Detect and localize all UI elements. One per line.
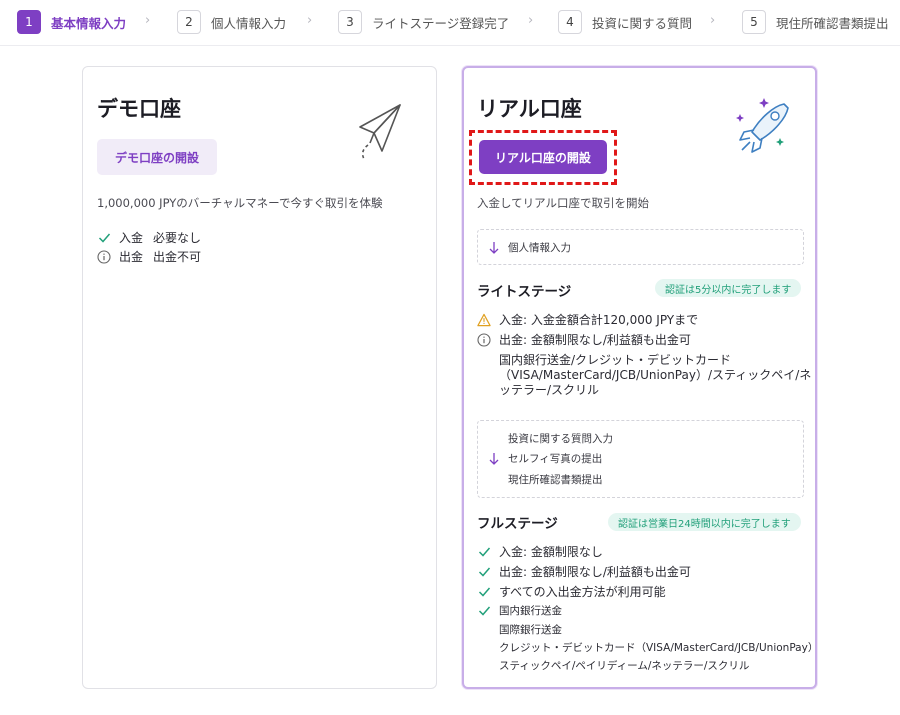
full-method-item: スティックペイ/ペイリディーム/ネッテラー/スクリル [499, 660, 750, 672]
step-1[interactable]: 1 基本情報入力 [17, 9, 126, 35]
check-icon [97, 231, 111, 245]
full-step-label: 現住所確認書類提出 [508, 474, 603, 486]
full-method-item: クレジット・デビットカード（VISA/MasterCard/JCB/UnionP… [499, 642, 819, 654]
info-icon [477, 332, 491, 347]
full-stage-title: フルステージ [477, 516, 558, 532]
light-methods-line-3: ッテラー/スクリル [499, 383, 600, 397]
chevron-right-icon: › [710, 13, 716, 28]
demo-card-title: デモ口座 [97, 97, 181, 121]
full-methods-row: 国内銀行送金 [477, 603, 562, 618]
demo-withdraw-row: 出金 出金不可 [97, 248, 201, 265]
open-demo-account-button[interactable]: デモ口座の開設 [97, 139, 217, 175]
check-icon [477, 545, 491, 559]
real-account-card: リアル口座 リアル口座の開設 入金してリアル口座で取引を開始 個人情報入力 ライ… [462, 66, 819, 689]
full-all-methods-row: すべての入出金方法が利用可能 [477, 583, 666, 600]
check-icon [477, 565, 491, 579]
step-2[interactable]: 2 個人情報入力 [177, 9, 286, 35]
step-label: ライトステージ登録完了 [372, 15, 510, 31]
light-stage-badge: 認証は5分以内に完了します [655, 279, 802, 297]
light-deposit-text: 入金: 入金金額合計120,000 JPYまで [499, 313, 699, 327]
step-3[interactable]: 3 ライトステージ登録完了 [338, 9, 509, 35]
rocket-icon [736, 98, 789, 153]
highlight-box: リアル口座の開設 [469, 130, 617, 185]
warning-icon [477, 313, 491, 327]
full-withdraw-row: 出金: 金額制限なし/利益額も出金可 [477, 563, 691, 580]
demo-deposit-value: 必要なし [153, 231, 202, 245]
step-number: 2 [177, 10, 201, 34]
full-deposit-text: 入金: 金額制限なし [499, 545, 603, 559]
demo-subtitle: 1,000,000 JPYのバーチャルマネーで今すぐ取引を体験 [97, 196, 383, 210]
full-method-item: 国内銀行送金 [499, 605, 562, 617]
demo-withdraw-value: 出金不可 [153, 250, 202, 264]
real-card-title: リアル口座 [477, 97, 582, 121]
chevron-right-icon: › [307, 13, 313, 28]
full-step-label: セルフィ写真の提出 [508, 453, 603, 465]
step-4[interactable]: 4 投資に関する質問 [558, 9, 692, 35]
light-withdraw-row: 出金: 金額制限なし/利益額も出金可 [477, 331, 691, 348]
step-5[interactable]: 5 現住所確認書類提出 [742, 9, 889, 35]
paper-plane-icon [359, 104, 401, 160]
full-all-methods-text: すべての入出金方法が利用可能 [499, 585, 666, 599]
full-withdraw-text: 出金: 金額制限なし/利益額も出金可 [499, 565, 691, 579]
step-label: 現住所確認書類提出 [776, 15, 889, 31]
step-label: 基本情報入力 [51, 15, 127, 31]
step-label: 投資に関する質問 [592, 15, 693, 31]
check-icon [477, 585, 491, 599]
step-number: 3 [338, 10, 362, 34]
full-deposit-row: 入金: 金額制限なし [477, 543, 603, 560]
step-number: 4 [558, 10, 582, 34]
step-number: 5 [742, 10, 766, 34]
demo-deposit-label: 入金 [119, 231, 144, 245]
light-deposit-row: 入金: 入金金額合計120,000 JPYまで [477, 311, 698, 328]
step-number: 1 [17, 10, 41, 34]
full-stage-steps-box: 投資に関する質問入力 セルフィ写真の提出 現住所確認書類提出 [477, 420, 804, 498]
full-method-item: 国際銀行送金 [499, 624, 562, 636]
step-label: 個人情報入力 [211, 15, 287, 31]
open-real-account-button[interactable]: リアル口座の開設 [479, 140, 607, 174]
light-withdraw-text: 出金: 金額制限なし/利益額も出金可 [499, 333, 691, 347]
full-stage-badge: 認証は営業日24時間以内に完了します [608, 513, 801, 531]
personal-info-step-box: 個人情報入力 [477, 229, 804, 265]
demo-account-card: デモ口座 デモ口座の開設 1,000,000 JPYのバーチャルマネーで今すぐ取… [82, 66, 437, 689]
personal-info-step-label: 個人情報入力 [508, 242, 571, 254]
real-subtitle: 入金してリアル口座で取引を開始 [477, 196, 650, 210]
demo-withdraw-label: 出金 [119, 250, 144, 264]
chevron-right-icon: › [145, 13, 151, 28]
info-icon [97, 249, 111, 264]
arrow-down-icon [489, 242, 499, 254]
progress-stepper: 1 基本情報入力 › 2 個人情報入力 › 3 ライトステージ登録完了 › 4 … [0, 0, 900, 46]
full-step-label: 投資に関する質問入力 [508, 433, 613, 445]
check-icon [477, 604, 491, 618]
chevron-right-icon: › [528, 13, 534, 28]
arrow-down-icon [489, 453, 499, 465]
demo-deposit-row: 入金 必要なし [97, 229, 201, 246]
light-stage-title: ライトステージ [477, 284, 572, 300]
